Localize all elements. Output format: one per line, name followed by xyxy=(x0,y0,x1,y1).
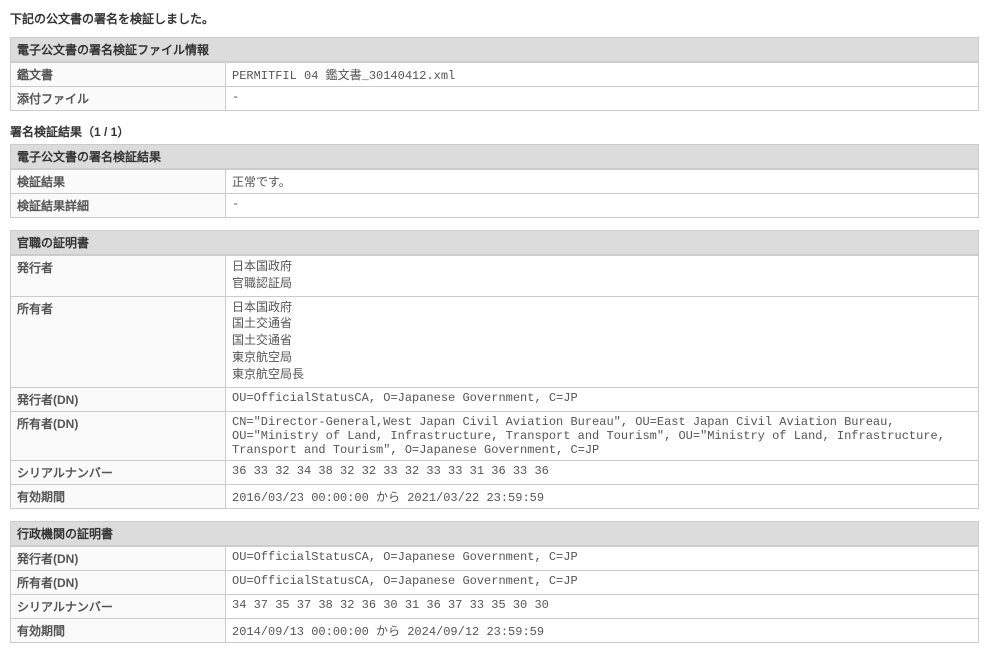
agency-cert-header: 行政機関の証明書 xyxy=(10,521,979,546)
result-detail-value: - xyxy=(226,194,979,218)
owner-line: 日本国政府 xyxy=(232,301,292,315)
verify-result-title: 署名検証結果（1 / 1） xyxy=(10,123,979,140)
serial-label: シリアルナンバー xyxy=(11,460,226,484)
verify-result-section: 電子公文書の署名検証結果 検証結果 正常です。 検証結果詳細 - xyxy=(10,144,979,218)
table-row: 所有者(DN) CN="Director-General,West Japan … xyxy=(11,411,979,460)
verify-result-header: 電子公文書の署名検証結果 xyxy=(10,144,979,169)
validity-label: 有効期間 xyxy=(11,484,226,508)
owner-line: 国土交通省 xyxy=(232,317,292,331)
result-label: 検証結果 xyxy=(11,170,226,194)
issuer-dn-label: 発行者(DN) xyxy=(11,387,226,411)
kanbunsho-value: PERMITFIL 04 鑑文書_30140412.xml xyxy=(226,63,979,87)
table-row: 発行者(DN) OU=OfficialStatusCA, O=Japanese … xyxy=(11,546,979,570)
agency-cert-section: 行政機関の証明書 発行者(DN) OU=OfficialStatusCA, O=… xyxy=(10,521,979,643)
file-info-section: 電子公文書の署名検証ファイル情報 鑑文書 PERMITFIL 04 鑑文書_30… xyxy=(10,37,979,111)
attachment-value: - xyxy=(226,87,979,111)
issuer-line: 日本国政府 xyxy=(232,260,292,274)
table-row: 検証結果詳細 - xyxy=(11,194,979,218)
table-row: 添付ファイル - xyxy=(11,87,979,111)
table-row: 発行者(DN) OU=OfficialStatusCA, O=Japanese … xyxy=(11,387,979,411)
issuer-dn-value: OU=OfficialStatusCA, O=Japanese Governme… xyxy=(226,387,979,411)
validity-value: 2014/09/13 00:00:00 から 2024/09/12 23:59:… xyxy=(226,618,979,642)
issuer-label: 発行者 xyxy=(11,256,226,297)
table-row: 所有者 日本国政府 国土交通省 国土交通省 東京航空局 東京航空局長 xyxy=(11,296,979,387)
serial-value: 34 37 35 37 38 32 36 30 31 36 37 33 35 3… xyxy=(226,594,979,618)
validity-label: 有効期間 xyxy=(11,618,226,642)
official-cert-section: 官職の証明書 発行者 日本国政府 官職認証局 所有者 日本国政府 国土交通省 国… xyxy=(10,230,979,509)
owner-dn-label: 所有者(DN) xyxy=(11,411,226,460)
owner-value: 日本国政府 国土交通省 国土交通省 東京航空局 東京航空局長 xyxy=(226,296,979,387)
owner-line: 東京航空局長 xyxy=(232,368,304,382)
owner-line: 東京航空局 xyxy=(232,351,292,365)
table-row: 有効期間 2014/09/13 00:00:00 から 2024/09/12 2… xyxy=(11,618,979,642)
serial-label: シリアルナンバー xyxy=(11,594,226,618)
result-detail-label: 検証結果詳細 xyxy=(11,194,226,218)
result-value: 正常です。 xyxy=(226,170,979,194)
table-row: 所有者(DN) OU=OfficialStatusCA, O=Japanese … xyxy=(11,570,979,594)
issuer-value: 日本国政府 官職認証局 xyxy=(226,256,979,297)
owner-dn-value: CN="Director-General,West Japan Civil Av… xyxy=(226,411,979,460)
agency-cert-table: 発行者(DN) OU=OfficialStatusCA, O=Japanese … xyxy=(10,546,979,643)
serial-value: 36 33 32 34 38 32 32 33 32 33 33 31 36 3… xyxy=(226,460,979,484)
owner-line: 国土交通省 xyxy=(232,334,292,348)
issuer-dn-label: 発行者(DN) xyxy=(11,546,226,570)
issuer-line: 官職認証局 xyxy=(232,277,292,291)
owner-dn-value: OU=OfficialStatusCA, O=Japanese Governme… xyxy=(226,570,979,594)
table-row: シリアルナンバー 34 37 35 37 38 32 36 30 31 36 3… xyxy=(11,594,979,618)
table-row: 発行者 日本国政府 官職認証局 xyxy=(11,256,979,297)
official-cert-header: 官職の証明書 xyxy=(10,230,979,255)
intro-text: 下記の公文書の署名を検証しました。 xyxy=(10,10,979,27)
table-row: シリアルナンバー 36 33 32 34 38 32 32 33 32 33 3… xyxy=(11,460,979,484)
file-info-table: 鑑文書 PERMITFIL 04 鑑文書_30140412.xml 添付ファイル… xyxy=(10,62,979,111)
verify-result-table: 検証結果 正常です。 検証結果詳細 - xyxy=(10,169,979,218)
file-info-header: 電子公文書の署名検証ファイル情報 xyxy=(10,37,979,62)
table-row: 有効期間 2016/03/23 00:00:00 から 2021/03/22 2… xyxy=(11,484,979,508)
owner-dn-label: 所有者(DN) xyxy=(11,570,226,594)
table-row: 検証結果 正常です。 xyxy=(11,170,979,194)
table-row: 鑑文書 PERMITFIL 04 鑑文書_30140412.xml xyxy=(11,63,979,87)
issuer-dn-value: OU=OfficialStatusCA, O=Japanese Governme… xyxy=(226,546,979,570)
kanbunsho-label: 鑑文書 xyxy=(11,63,226,87)
attachment-label: 添付ファイル xyxy=(11,87,226,111)
owner-label: 所有者 xyxy=(11,296,226,387)
official-cert-table: 発行者 日本国政府 官職認証局 所有者 日本国政府 国土交通省 国土交通省 東京… xyxy=(10,255,979,509)
validity-value: 2016/03/23 00:00:00 から 2021/03/22 23:59:… xyxy=(226,484,979,508)
